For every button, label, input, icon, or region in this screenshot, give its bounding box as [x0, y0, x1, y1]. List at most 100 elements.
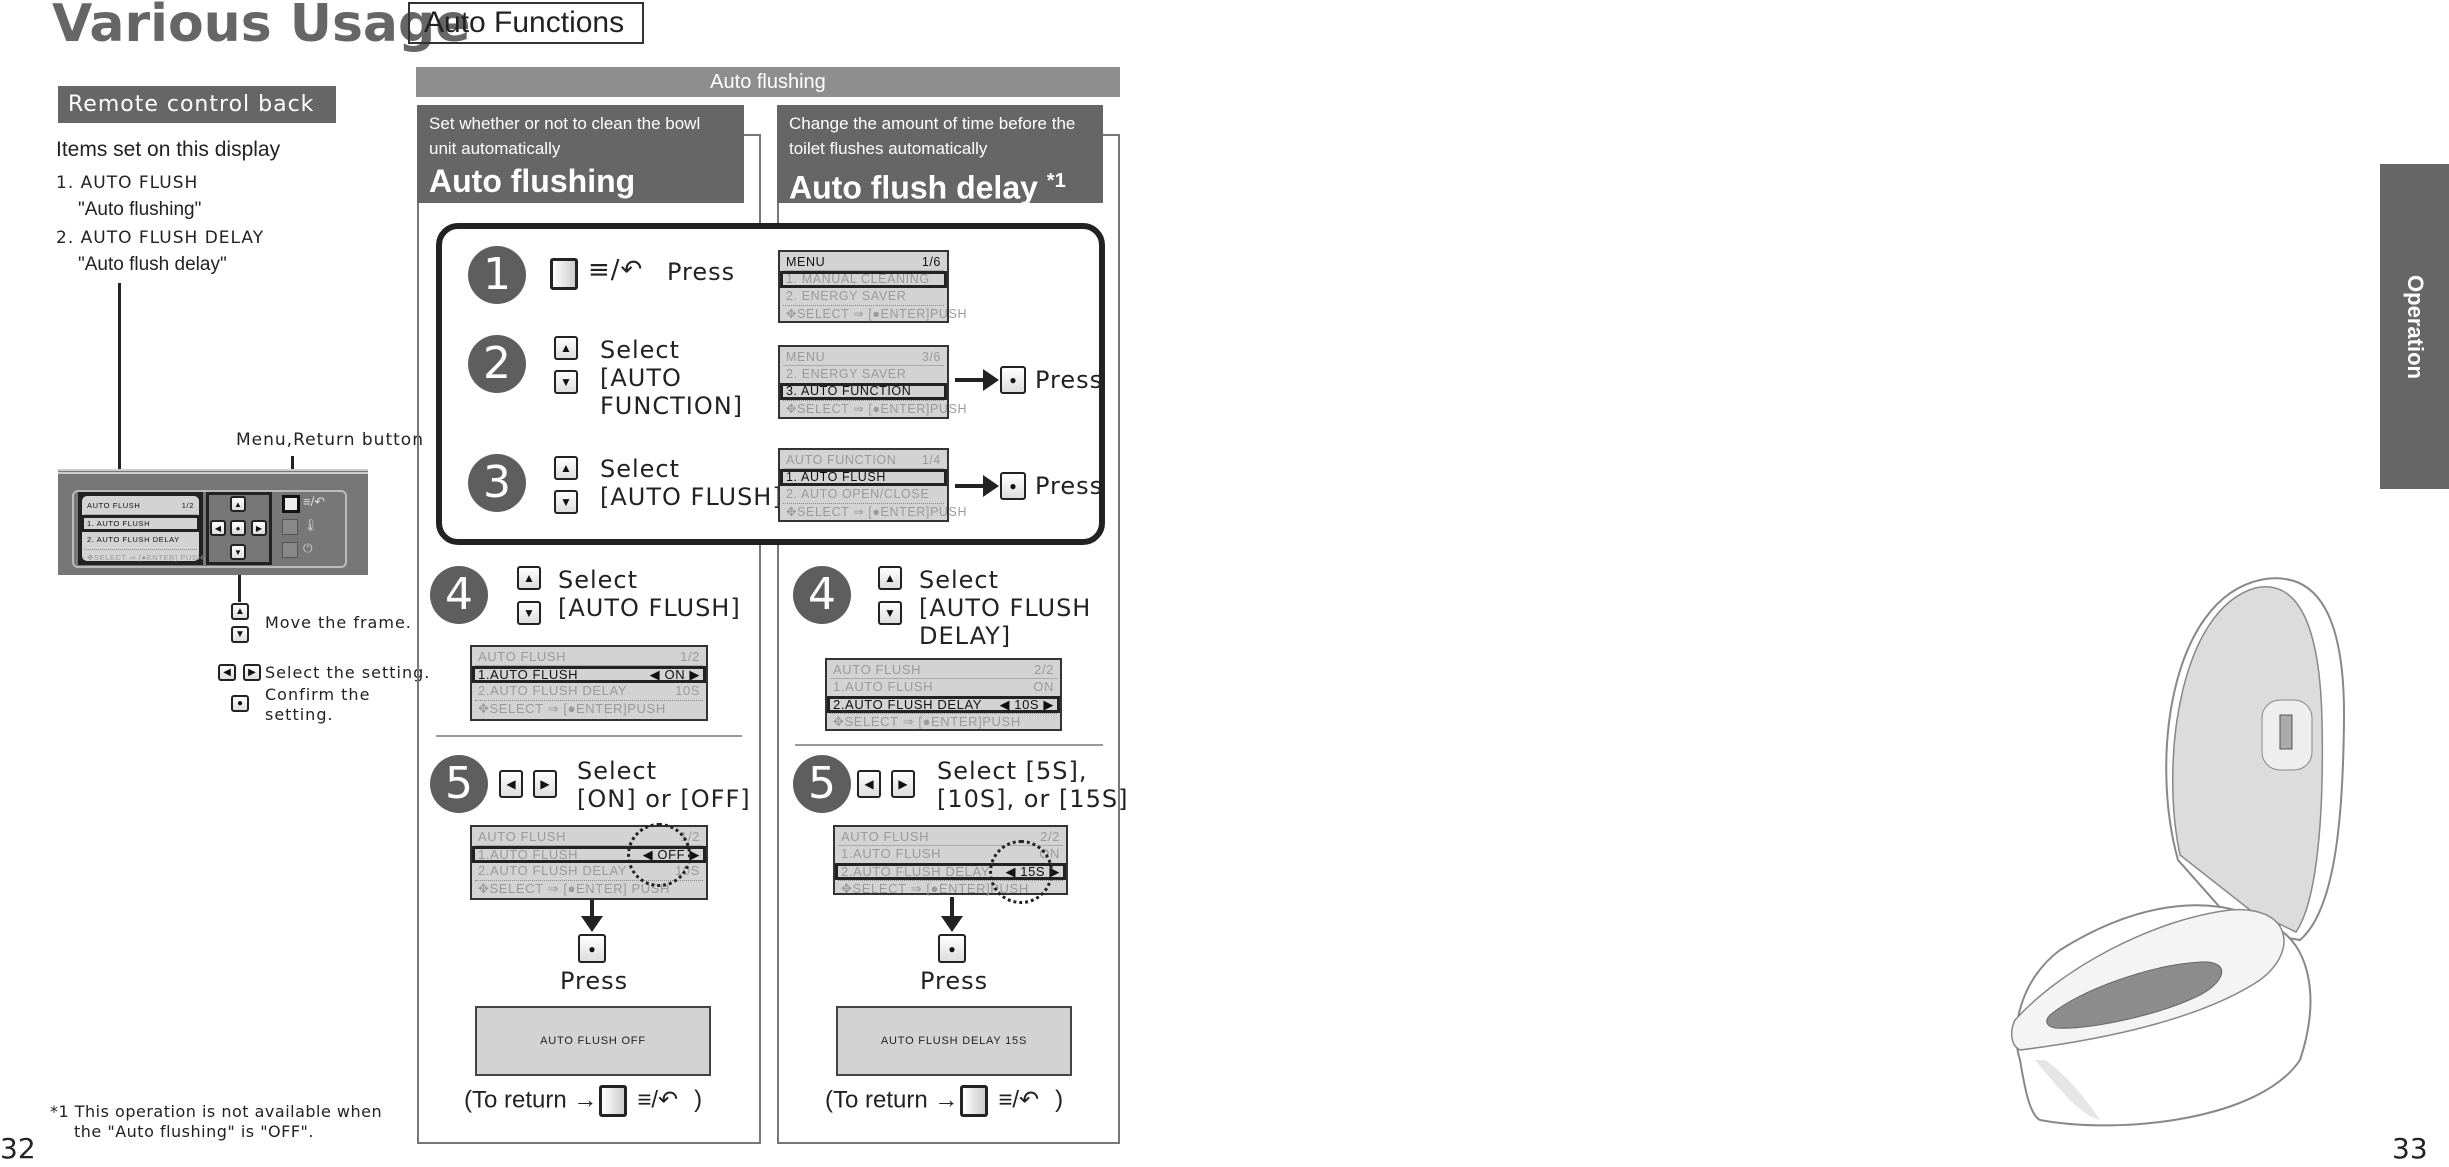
lcd-title-row: AUTO FUNCTION 1/4 — [783, 452, 944, 469]
page-number-right: 33 — [2392, 1132, 2428, 1165]
lcd-footer: ✥ SELECT ⇒ [●ENTER] PUSH — [84, 549, 203, 566]
panel-b-step-5-text: Select [5S], [10S], or [15S] — [937, 757, 1128, 813]
right-arrow-icon: ▶ — [243, 664, 261, 681]
legend-confirm: Confirm the setting. — [265, 685, 371, 724]
remote-up-button[interactable]: ▲ — [230, 496, 246, 512]
step-5-badge: 5 — [793, 755, 851, 813]
remote-enter-button[interactable]: ● — [230, 520, 246, 536]
panel-b-heading: Auto flush delay *1 — [789, 161, 1091, 208]
lcd-row: 1.AUTO FLUSH ◀ ON ▶ — [472, 666, 706, 683]
step-3-press: Press — [1035, 472, 1104, 500]
right-arrow-icon: ▶ — [533, 770, 557, 798]
lcd-row: 1.AUTO FLUSH ◀ OFF ▶ — [472, 823, 706, 887]
lcd-footer: ✥ SELECT ⇒ [●ENTER]PUSH — [783, 400, 966, 417]
panel-a-result-lcd: AUTO FLUSH OFF — [475, 1006, 711, 1076]
remote-down-button[interactable]: ▼ — [230, 544, 246, 560]
step-line: [AUTO FLUSH — [919, 594, 1092, 622]
down-arrow-icon: ▼ — [554, 490, 578, 514]
return-suffix: ) — [694, 1086, 703, 1114]
legend-select-setting: Select the setting. — [265, 663, 431, 682]
panel-b-press: Press — [920, 967, 989, 995]
dpad-icon: ✥ — [786, 505, 798, 519]
lcd-label: AUTO FLUSH — [87, 501, 141, 510]
lcd-value: 1/4 — [921, 453, 941, 467]
lcd-title-row: AUTO FLUSH 1/2 — [84, 498, 197, 515]
lcd-label: SELECT ⇒ [●ENTER] PUSH — [93, 553, 204, 562]
down-arrow-icon: ▼ — [554, 370, 578, 394]
lcd-title-row: AUTO FLUSH 2/2 — [830, 662, 1057, 679]
lcd-label: SELECT ⇒ [●ENTER]PUSH — [797, 402, 968, 416]
arrow-down — [581, 900, 603, 932]
return-suffix: ) — [1055, 1086, 1064, 1114]
lcd-label: AUTO FLUSH — [478, 649, 567, 664]
legend-move-frame: Move the frame. — [265, 613, 412, 632]
lcd-label: 1.AUTO FLUSH — [833, 679, 934, 694]
lcd-value: ◀ 10S ▶ — [999, 697, 1054, 712]
step-line: DELAY] — [919, 622, 1012, 650]
lcd-value: 1/6 — [921, 255, 941, 269]
lcd-value: 3/6 — [921, 350, 941, 364]
panel-b-step-4-lcd: AUTO FLUSH 2/2 1.AUTO FLUSH ON 2.AUTO FLUSH … — [825, 658, 1062, 731]
enter-button-icon: ● — [1000, 366, 1026, 394]
footnote-cont: the "Auto flushing" is "OFF". — [74, 1122, 314, 1141]
remote-menu-return-button[interactable] — [282, 495, 300, 513]
side-tab-label: Operation — [2402, 274, 2428, 379]
step-line: [10S], or [15S] — [937, 785, 1129, 813]
lcd-value: ON — [1033, 679, 1054, 694]
step-1-badge: 1 — [468, 246, 526, 304]
lcd-row: 1. AUTO FLUSH — [780, 469, 947, 486]
lcd-label: 1.AUTO FLUSH — [478, 667, 579, 682]
up-arrow-icon: ▲ — [554, 336, 578, 360]
section-title: Auto Functions — [408, 2, 644, 44]
lcd-row: 2. ENERGY SAVER — [783, 288, 944, 305]
lcd-value: 10S — [675, 683, 700, 698]
lcd-label: 2.AUTO FLUSH DELAY — [478, 863, 628, 878]
lcd-label: SELECT ⇒ [●ENTER]PUSH — [797, 505, 968, 519]
dpad-icon: ✥ — [87, 553, 94, 562]
remote-power-button[interactable] — [282, 542, 298, 558]
lcd-title-row: MENU 1/6 — [783, 254, 944, 271]
thermometer-icon: 🌡 — [303, 518, 319, 532]
lcd-label: 1. MANUAL CLEANING — [786, 272, 930, 286]
lcd-value: 1/2 — [680, 649, 700, 664]
remote-temp-button[interactable] — [282, 519, 298, 535]
remote-right-button[interactable]: ▶ — [251, 520, 267, 536]
remote-control-panel: AUTO FLUSH 1/2 1. AUTO FLUSH 2. AUTO FLUSH … — [58, 469, 368, 575]
page-number-left: 32 — [0, 1132, 36, 1165]
panel-a-return-hint: (To return → ≡/↶) — [464, 1085, 702, 1117]
lcd-label: AUTO FLUSH — [478, 829, 567, 844]
arrow-right — [955, 369, 999, 391]
lcd-row: 1. MANUAL CLEANING — [780, 271, 947, 288]
step-line: Select — [558, 566, 639, 594]
step-line: Select — [919, 566, 1000, 594]
panel-a-step-5-text: Select [ON] or [OFF] — [577, 757, 751, 813]
enter-icon: ● — [231, 695, 249, 712]
items-heading: Items set on this display — [56, 138, 281, 161]
up-arrow-icon: ▲ — [878, 566, 902, 590]
lcd-title-row: MENU 3/6 — [783, 349, 944, 366]
step-5-badge: 5 — [430, 755, 488, 813]
step-1-press: Press — [667, 258, 736, 286]
step-2-press: Press — [1035, 366, 1104, 394]
panel-b-desc: Change the amount of time before the toi… — [789, 114, 1076, 158]
remote-left-button[interactable]: ◀ — [210, 520, 226, 536]
menu-return-button-icon — [550, 258, 578, 290]
lcd-label: MENU — [786, 350, 826, 364]
lcd-label: SELECT ⇒ [●ENTER] PUSH — [489, 881, 671, 896]
panel-a-header: Set whether or not to clean the bowl uni… — [417, 105, 744, 203]
lcd-footer: ✥ SELECT ⇒ [●ENTER]PUSH — [475, 700, 703, 717]
lcd-row: 1. AUTO FLUSH — [81, 515, 200, 532]
menu-return-button-icon — [599, 1085, 628, 1117]
up-arrow-icon: ▲ — [517, 566, 541, 590]
lcd-row: 3. AUTO FUNCTION — [780, 383, 947, 400]
arrow-down — [941, 897, 963, 932]
lcd-footer: ✥ SELECT ⇒ [●ENTER]PUSH — [783, 503, 966, 520]
lcd-label: AUTO FUNCTION — [786, 453, 897, 467]
dpad-icon: ✥ — [478, 881, 490, 896]
step-4-badge: 4 — [793, 566, 851, 624]
item-1-desc: "Auto flushing" — [78, 199, 202, 220]
step-2-badge: 2 — [468, 335, 526, 393]
lcd-label: SELECT ⇒ [●ENTER]PUSH — [489, 701, 666, 716]
lcd-label: SELECT ⇒ [●ENTER]PUSH — [797, 307, 968, 321]
leader-line — [118, 283, 121, 488]
